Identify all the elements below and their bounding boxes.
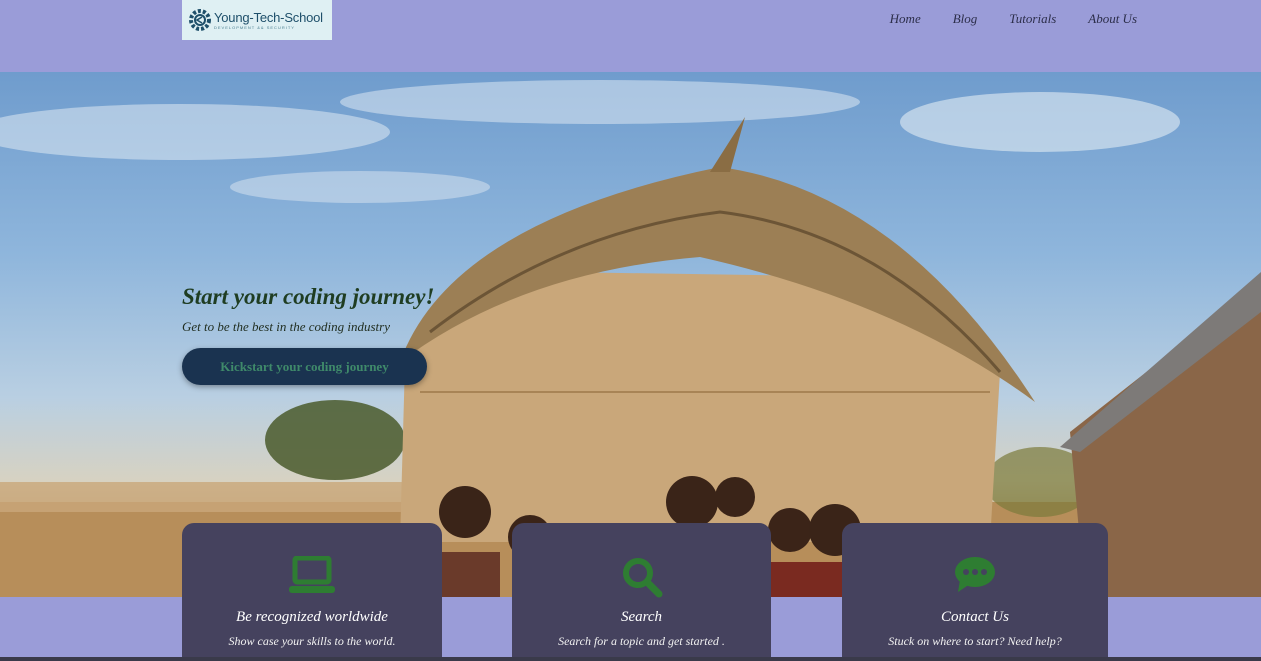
nav-tutorials[interactable]: Tutorials (977, 11, 1056, 27)
nav-blog[interactable]: Blog (921, 11, 978, 27)
site-header: Young-Tech-School DEVELOPMENT && SECURIT… (0, 0, 1261, 72)
main-nav: Home Blog Tutorials About Us (890, 11, 1137, 27)
hero-title: Start your coding journey! (182, 284, 435, 309)
logo-tagline: DEVELOPMENT && SECURITY (214, 24, 295, 30)
card-recognized[interactable]: Be recognized worldwide Show case your s… (182, 523, 442, 659)
card-description: Stuck on where to start? Need help? (888, 634, 1062, 648)
logo-name: Young-Tech-School (214, 9, 323, 25)
site-logo[interactable]: Young-Tech-School DEVELOPMENT && SECURIT… (182, 0, 332, 40)
bottom-divider (0, 657, 1261, 661)
hero-section: Start your coding journey! Get to be the… (0, 72, 1261, 597)
card-title: Contact Us (941, 609, 1009, 625)
card-title: Search (620, 609, 663, 625)
gear-logo-icon (189, 9, 211, 31)
hero-subtitle: Get to be the best in the coding industr… (182, 319, 390, 334)
card-search[interactable]: Search Search for a topic and get starte… (512, 523, 771, 659)
card-title: Be recognized worldwide (236, 609, 388, 625)
chat-bubble-icon (955, 557, 995, 592)
card-description: Show case your skills to the world. (228, 634, 396, 648)
laptop-icon (289, 556, 335, 593)
card-description: Search for a topic and get started . (558, 634, 725, 648)
search-icon (622, 558, 662, 598)
kickstart-button[interactable]: Kickstart your coding journey (182, 348, 427, 385)
nav-home[interactable]: Home (890, 11, 921, 27)
card-contact[interactable]: Contact Us Stuck on where to start? Need… (842, 523, 1108, 659)
nav-about-us[interactable]: About Us (1056, 11, 1137, 27)
